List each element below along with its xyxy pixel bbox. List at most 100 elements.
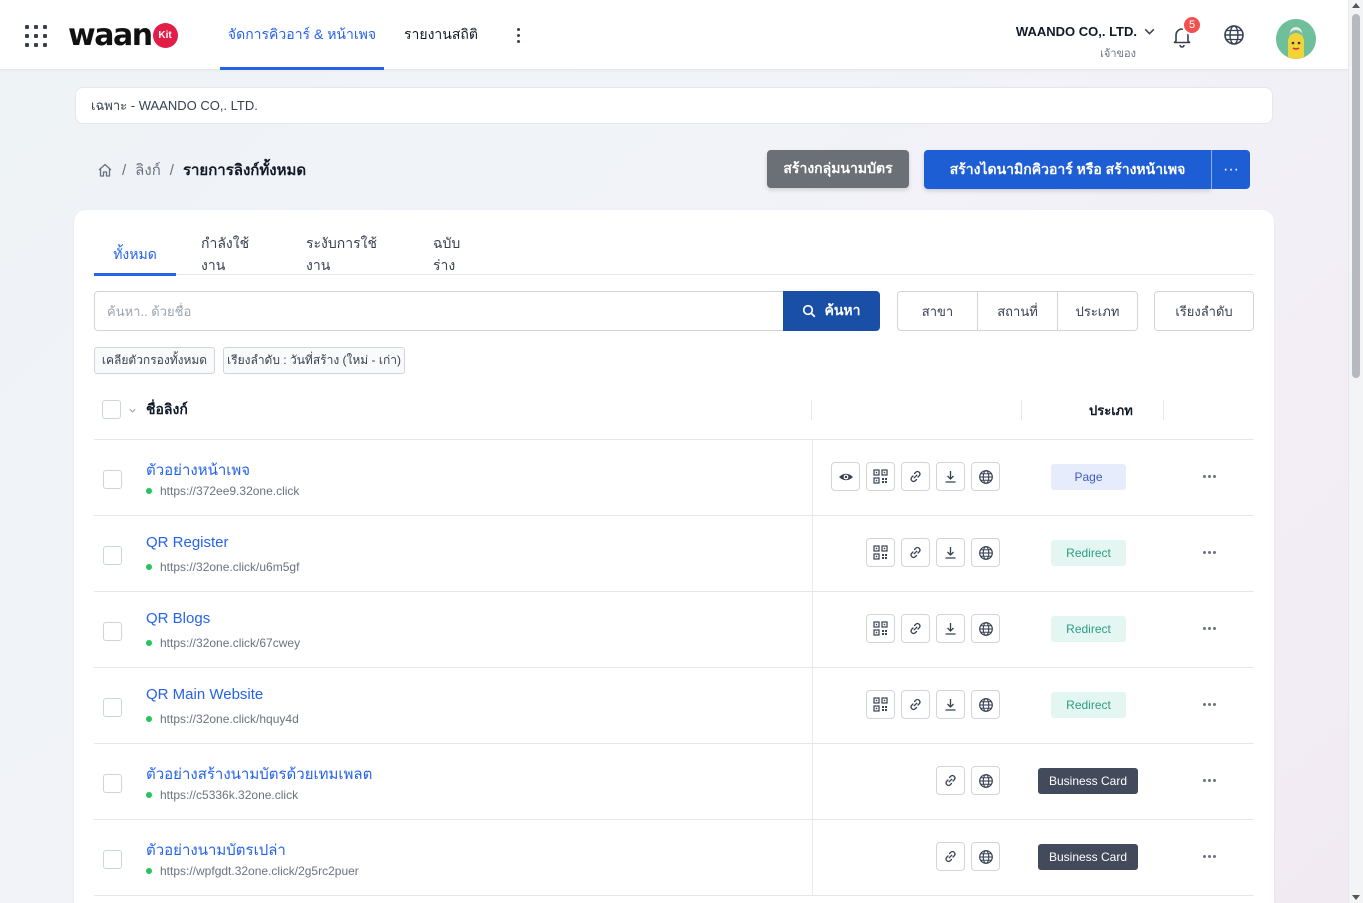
scroll-up-icon[interactable] — [1352, 3, 1360, 8]
create-card-group-button[interactable]: สร้างกลุ่มนามบัตร — [767, 150, 909, 188]
row-checkbox[interactable] — [103, 850, 122, 869]
table-row[interactable]: ตัวอย่างสร้างนามบัตรด้วยเทมเพลต https://… — [94, 744, 1254, 820]
row-checkbox[interactable] — [103, 470, 122, 489]
open-web-button[interactable] — [971, 538, 1000, 567]
search-button[interactable]: ค้นหา — [783, 291, 880, 331]
row-checkbox[interactable] — [103, 546, 122, 565]
qr-code-button[interactable] — [866, 690, 895, 719]
tab-all[interactable]: ทั้งหมด — [94, 234, 176, 276]
download-button[interactable] — [936, 614, 965, 643]
create-more-button[interactable]: ··· — [1211, 150, 1250, 189]
tab-label: ระงับการใช้งาน — [306, 234, 377, 273]
nav-more-icon[interactable] — [508, 20, 528, 50]
home-icon[interactable] — [97, 162, 113, 178]
language-globe-icon[interactable] — [1222, 23, 1246, 47]
breadcrumb-links[interactable]: ลิงก์ — [135, 158, 161, 182]
table-row[interactable]: QR Blogs https://32one.click/67cwey Redi… — [94, 592, 1254, 668]
link-icon — [910, 698, 921, 711]
tab-active[interactable]: กำลังใช้งาน — [201, 234, 273, 275]
link-icon — [910, 470, 921, 483]
notification-badge: 5 — [1182, 15, 1202, 35]
open-web-button[interactable] — [971, 842, 1000, 871]
org-name: WAANDO CO,. LTD. — [1015, 24, 1137, 39]
qr-code-button[interactable] — [866, 462, 895, 491]
scrollbar-thumb[interactable] — [1352, 14, 1360, 378]
type-badge: Redirect — [1051, 616, 1126, 642]
download-button[interactable] — [936, 690, 965, 719]
link-title[interactable]: ตัวอย่างหน้าเพจ — [146, 458, 250, 482]
copy-link-button[interactable] — [936, 842, 965, 871]
table-row[interactable]: ตัวอย่างหน้าเพจ https://372ee9.32one.cli… — [94, 440, 1254, 516]
open-web-button[interactable] — [971, 690, 1000, 719]
type-badge: Redirect — [1051, 540, 1126, 566]
globe-icon — [978, 697, 993, 712]
tab-suspended[interactable]: ระงับการใช้งาน — [306, 234, 394, 275]
preview-eye-button[interactable] — [831, 462, 860, 491]
type-badge: Business Card — [1038, 768, 1138, 794]
link-title[interactable]: QR Blogs — [146, 610, 210, 627]
tab-draft[interactable]: ฉบับร่าง — [433, 234, 481, 275]
row-more-icon[interactable] — [1198, 846, 1220, 866]
qr-code-button[interactable] — [866, 538, 895, 567]
row-checkbox[interactable] — [103, 774, 122, 793]
row-more-icon[interactable] — [1198, 618, 1220, 638]
user-avatar[interactable] — [1276, 19, 1316, 59]
sort-button[interactable]: เรียงลำดับ — [1154, 291, 1254, 331]
link-title[interactable]: ตัวอย่างนามบัตรเปล่า — [146, 838, 286, 862]
download-button[interactable] — [936, 538, 965, 567]
download-icon — [945, 471, 956, 483]
sort-order-chip[interactable]: เรียงลำดับ : วันที่สร้าง (ใหม่ - เก่า) — [223, 347, 405, 374]
create-dynamic-qr-button[interactable]: สร้างไดนามิกคิวอาร์ หรือ สร้างหน้าเพจ — [924, 150, 1211, 189]
download-button[interactable] — [936, 462, 965, 491]
links-card: ทั้งหมด กำลังใช้งาน ระงับการใช้งาน ฉบับร… — [74, 210, 1274, 903]
open-web-button[interactable] — [971, 614, 1000, 643]
apps-grid-icon[interactable] — [25, 25, 47, 47]
copy-link-button[interactable] — [901, 462, 930, 491]
open-web-button[interactable] — [971, 462, 1000, 491]
scope-selector[interactable]: เฉพาะ - WAANDO CO,. LTD. — [75, 87, 1273, 124]
column-header-type[interactable]: ประเภท — [1089, 390, 1133, 430]
search-icon — [803, 304, 816, 318]
copy-link-button[interactable] — [901, 690, 930, 719]
tab-label: ฉบับร่าง — [433, 234, 461, 273]
table-row[interactable]: QR Main Website https://32one.click/hquy… — [94, 668, 1254, 744]
row-more-icon[interactable] — [1198, 466, 1220, 486]
column-header-name[interactable]: ชื่อลิงก์ — [146, 390, 188, 430]
row-more-icon[interactable] — [1198, 694, 1220, 714]
download-icon — [945, 699, 956, 711]
filter-type[interactable]: ประเภท — [1058, 292, 1137, 330]
filter-group: สาขา สถานที่ ประเภท — [897, 291, 1138, 331]
search-input[interactable] — [94, 291, 784, 331]
logo[interactable]: waan Kit — [68, 17, 178, 53]
table-row[interactable]: QR Register https://32one.click/u6m5gf R… — [94, 516, 1254, 592]
qr-code-button[interactable] — [866, 614, 895, 643]
nav-tab-manage[interactable]: จัดการคิวอาร์ & หน้าเพจ — [220, 0, 384, 70]
scroll-down-icon[interactable] — [1352, 895, 1360, 900]
filter-location[interactable]: สถานที่ — [978, 292, 1058, 330]
copy-link-button[interactable] — [901, 614, 930, 643]
nav-tab-reports[interactable]: รายงานสถิติ — [404, 0, 478, 70]
table-row[interactable]: ตัวอย่างนามบัตรเปล่า https://wpfgdt.32on… — [94, 820, 1254, 896]
row-more-icon[interactable] — [1198, 770, 1220, 790]
link-url-text: https://c5336k.32one.click — [160, 788, 299, 802]
copy-link-button[interactable] — [936, 766, 965, 795]
status-dot — [146, 564, 152, 570]
link-title[interactable]: QR Main Website — [146, 686, 263, 703]
open-web-button[interactable] — [971, 766, 1000, 795]
link-url-text: https://372ee9.32one.click — [160, 484, 300, 498]
page-scrollbar[interactable] — [1348, 0, 1363, 903]
link-url: https://c5336k.32one.click — [146, 788, 298, 802]
clear-filters-chip[interactable]: เคลียตัวกรองทั้งหมด — [94, 347, 215, 374]
copy-link-button[interactable] — [901, 538, 930, 567]
logo-text: waan — [68, 17, 153, 53]
select-all-checkbox[interactable] — [102, 400, 121, 419]
row-more-icon[interactable] — [1198, 542, 1220, 562]
row-checkbox[interactable] — [103, 622, 122, 641]
breadcrumb-current: รายการลิงก์ทั้งหมด — [182, 162, 307, 179]
org-switcher[interactable]: WAANDO CO,. LTD. เจ้าของ — [1016, 24, 1156, 62]
filter-branch[interactable]: สาขา — [898, 292, 978, 330]
row-checkbox[interactable] — [103, 698, 122, 717]
link-title[interactable]: ตัวอย่างสร้างนามบัตรด้วยเทมเพลต — [146, 762, 372, 786]
chevron-down-icon[interactable] — [128, 406, 137, 415]
link-title[interactable]: QR Register — [146, 534, 229, 551]
